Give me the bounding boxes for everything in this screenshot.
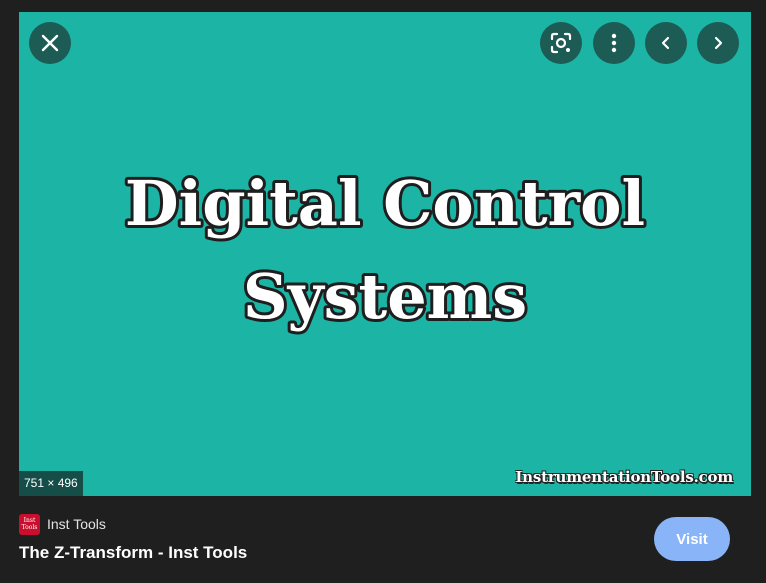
- favicon-text-line-2: Tools: [21, 524, 38, 531]
- more-vert-icon: [611, 33, 617, 53]
- google-lens-icon: [550, 32, 572, 54]
- image-viewer-panel: Digital Control Systems InstrumentationT…: [0, 0, 766, 583]
- source-name[interactable]: Inst Tools: [47, 516, 106, 532]
- close-button[interactable]: [29, 22, 71, 64]
- result-title-link[interactable]: The Z-Transform - Inst Tools: [19, 543, 247, 563]
- image-dimensions-badge: 751 × 496: [19, 471, 83, 496]
- previous-image-button[interactable]: [645, 22, 687, 64]
- headline-artwork: Digital Control Systems: [19, 12, 751, 496]
- site-favicon: Inst Tools: [19, 513, 40, 535]
- next-image-button[interactable]: [697, 22, 739, 64]
- watermark-text: InstrumentationTools.com: [515, 468, 733, 486]
- source-link[interactable]: Inst Tools Inst Tools: [19, 513, 106, 535]
- preview-image[interactable]: Digital Control Systems InstrumentationT…: [19, 12, 751, 496]
- visit-button[interactable]: Visit: [654, 517, 730, 561]
- favicon-text-line-1: Inst: [23, 517, 36, 524]
- headline-line-1: Digital Control: [125, 167, 645, 240]
- chevron-left-icon: [660, 36, 672, 50]
- google-lens-button[interactable]: [540, 22, 582, 64]
- chevron-right-icon: [712, 36, 724, 50]
- more-options-button[interactable]: [593, 22, 635, 64]
- headline-line-2: Systems: [243, 260, 527, 333]
- close-icon: [40, 33, 60, 53]
